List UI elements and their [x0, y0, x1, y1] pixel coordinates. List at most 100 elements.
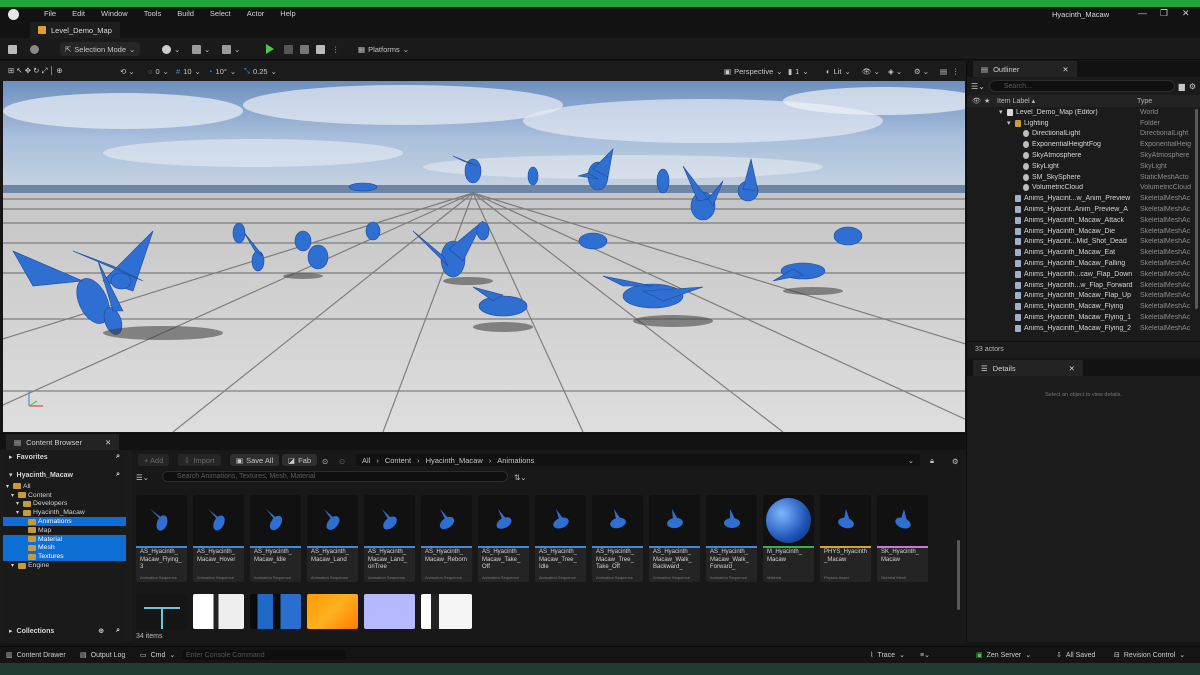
tree-folder-mesh[interactable]: Mesh	[3, 543, 126, 553]
asset-tile[interactable]: AS_Hyacinth_ Macaw_Land_ onTree Animation…	[364, 495, 415, 582]
texture-thumb-roughness[interactable]	[421, 594, 472, 629]
asset-tile[interactable]: AS_Hyacinth_ Macaw_Tree_ Idle Animation S…	[535, 495, 586, 582]
sort-icon[interactable]: ⇅⌄	[514, 470, 527, 484]
outliner-row[interactable]: Anims_Hyacinth_Macaw_Eat SkeletalMeshAc	[967, 247, 1200, 258]
outliner-row[interactable]: DirectionalLight DirectionalLight	[967, 129, 1200, 140]
rotation-snap[interactable]: ◔ 10° ⌄	[208, 64, 236, 78]
outliner-row[interactable]: Anims_Hyacinth_Macaw_Flying_1 SkeletalMes…	[967, 312, 1200, 323]
outliner-row[interactable]: ▾ Level_Demo_Map (Editor) World	[967, 107, 1200, 118]
surface-snap-icon[interactable]: ⟲ ⌄	[120, 64, 135, 78]
pin-star-icon[interactable]: ★	[984, 97, 990, 105]
outliner-search-input[interactable]: Search...	[988, 80, 1175, 92]
outliner-scrollbar[interactable]	[1195, 109, 1198, 309]
lock-icon[interactable]: 🔒︎	[930, 454, 934, 468]
menu-item-actor[interactable]: Actor	[239, 9, 273, 18]
close-icon[interactable]: ✕	[105, 438, 111, 447]
favorites-section[interactable]: ▸ Favorites ⌕	[3, 450, 126, 464]
project-root-section[interactable]: ▾ Hyacinth_Macaw ⌕	[3, 468, 126, 482]
settings-gear-icon[interactable]: ⚙	[952, 454, 959, 468]
asset-tile[interactable]: AS_Hyacinth_ Macaw_Hover Animation Sequen…	[193, 495, 244, 582]
texture-thumb-basecolor[interactable]	[250, 594, 301, 629]
history-forward-icon[interactable]: ⊙	[339, 454, 345, 468]
layout-icon[interactable]: ▤	[940, 64, 947, 78]
asset-tile[interactable]: AS_Hyacinth_ Macaw_Walk_ Forward_ Animati…	[706, 495, 757, 582]
derived-data-icon[interactable]: ≡⌄	[920, 651, 930, 659]
asset-tile[interactable]: AS_Hyacinth_ Macaw_Land Animation Sequenc…	[307, 495, 358, 582]
scale-snap[interactable]: ⤡ 0.25 ⌄	[244, 64, 277, 78]
add-actor-button[interactable]: ⌄	[162, 42, 180, 56]
outliner-row[interactable]: SM_SkySphere StaticMeshActo	[967, 172, 1200, 183]
asset-tile[interactable]: PHYS_Hyacinth _Macaw Physics Asset	[820, 495, 871, 582]
menu-item-window[interactable]: Window	[93, 9, 136, 18]
lit-mode-dropdown[interactable]: ◐ Lit ⌄	[826, 64, 851, 78]
show-flags-icon[interactable]: 👁 ⌄	[862, 64, 880, 78]
menu-item-tools[interactable]: Tools	[136, 9, 170, 18]
expand-arrow-icon[interactable]: ▾	[11, 562, 16, 569]
outliner-row[interactable]: Anims_Hyacint..Anim_Preview_A SkeletalMes…	[967, 204, 1200, 215]
expand-arrow-icon[interactable]: ▾	[999, 108, 1003, 116]
close-icon[interactable]: ✕	[1182, 8, 1190, 19]
zen-server-button[interactable]: ▣ Zen Server ⌄	[976, 651, 1031, 660]
texture-thumb-skeleton[interactable]	[136, 594, 187, 629]
close-icon[interactable]: ✕	[1069, 364, 1075, 373]
search-icon[interactable]: ⌕	[116, 471, 120, 479]
search-icon[interactable]: ⌕	[116, 627, 120, 635]
stop-icon[interactable]	[300, 42, 309, 56]
performance-icon[interactable]: ◈ ⌄	[888, 64, 902, 78]
asset-tile[interactable]: AS_Hyacinth_ Macaw_Walk_ Backward_ Animat…	[649, 495, 700, 582]
save-all-button[interactable]: ▣ Save All	[230, 454, 280, 466]
step-icon[interactable]	[284, 42, 293, 56]
selection-mode-dropdown[interactable]: ⇱ Selection Mode ⌄	[60, 42, 141, 56]
expand-arrow-icon[interactable]: ▾	[11, 492, 16, 499]
play-button[interactable]	[266, 42, 274, 56]
texture-thumb-orm[interactable]	[307, 594, 358, 629]
outliner-row[interactable]: Anims_Hyacinth_Macaw_Attack SkeletalMeshA…	[967, 215, 1200, 226]
add-folder-icon[interactable]: ▆	[1179, 82, 1185, 91]
platforms-button[interactable]: ▦ Platforms ⌄	[358, 42, 409, 56]
expand-arrow-icon[interactable]: ▾	[16, 509, 21, 516]
filter-icon[interactable]: ☰⌄	[136, 470, 149, 484]
tree-folder-content[interactable]: ▾ Content	[3, 491, 126, 500]
tree-folder-material[interactable]: Material	[3, 534, 126, 544]
asset-tile[interactable]: AS_Hyacinth_ Macaw_Idle Animation Sequenc…	[250, 495, 301, 582]
asset-tile[interactable]: AS_Hyacinth_ Macaw_Flying_ 3 Animation Se…	[136, 495, 187, 582]
asset-tile[interactable]: AS_Hyacinth_ Macaw_Take_ Off Animation Se…	[478, 495, 529, 582]
perspective-dropdown[interactable]: ▣ Perspective ⌄	[724, 64, 783, 78]
texture-thumb-mask[interactable]	[193, 594, 244, 629]
asset-tile[interactable]: SK_Hyacinth_ Macaw Skeletal Mesh	[877, 495, 928, 582]
menu-item-help[interactable]: Help	[272, 9, 303, 18]
more-options-icon[interactable]: ⋮	[332, 42, 340, 56]
asset-search-input[interactable]: Search Animations, Textures, Mesh, Mater…	[162, 471, 508, 482]
visibility-eye-icon[interactable]: 👁	[972, 97, 981, 105]
search-icon[interactable]: ⌕	[116, 453, 120, 461]
expand-arrow-icon[interactable]: ▾	[16, 500, 21, 507]
history-back-icon[interactable]: ⊙	[322, 454, 328, 468]
tree-folder-engine[interactable]: ▾ Engine	[3, 561, 126, 570]
column-type[interactable]: Type	[1137, 98, 1152, 105]
outliner-row[interactable]: ▾ Lighting Folder	[967, 118, 1200, 129]
maximize-icon[interactable]: ❐	[1160, 8, 1168, 19]
source-control-icon[interactable]	[30, 42, 39, 56]
transform-tools[interactable]: ⊞ ↖ ✥ ↻ ⤢ │ ⊕	[8, 64, 63, 78]
outliner-row[interactable]: Anims_Hyacinth_Macaw_Die SkeletalMeshAc	[967, 226, 1200, 237]
menu-item-select[interactable]: Select	[202, 9, 239, 18]
filter-icon[interactable]: ☰⌄	[971, 82, 985, 91]
asset-tile[interactable]: AS_Hyacinth_ Macaw_Tree_ Take_Off Animati…	[592, 495, 643, 582]
breadcrumb-item[interactable]: Content	[385, 456, 411, 465]
console-command-input[interactable]: Enter Console Command	[182, 650, 346, 660]
outliner-row[interactable]: VolumetricCloud VolumetricCloud	[967, 183, 1200, 194]
tree-folder-all[interactable]: ▾ All	[3, 482, 126, 491]
tree-folder-map[interactable]: Map	[3, 526, 126, 535]
tree-folder-developers[interactable]: ▾ Developers	[3, 500, 126, 509]
cinematics-button[interactable]: ⌄	[222, 42, 240, 56]
minimize-icon[interactable]: —	[1138, 8, 1147, 18]
content-browser-tab[interactable]: ▤ Content Browser ✕	[6, 434, 120, 450]
settings-gear-icon[interactable]: ⚙	[1189, 82, 1196, 91]
outliner-row[interactable]: SkyAtmosphere SkyAtmosphere	[967, 150, 1200, 161]
asset-scrollbar[interactable]	[957, 540, 960, 610]
chevron-down-icon[interactable]: ⌄	[908, 456, 914, 465]
eject-icon[interactable]	[316, 42, 325, 56]
add-collection-icon[interactable]: ⊕	[98, 627, 104, 635]
settings-gear-icon[interactable]: ⚙ ⌄	[914, 64, 929, 78]
output-log-button[interactable]: ▤ Output Log	[80, 651, 125, 660]
